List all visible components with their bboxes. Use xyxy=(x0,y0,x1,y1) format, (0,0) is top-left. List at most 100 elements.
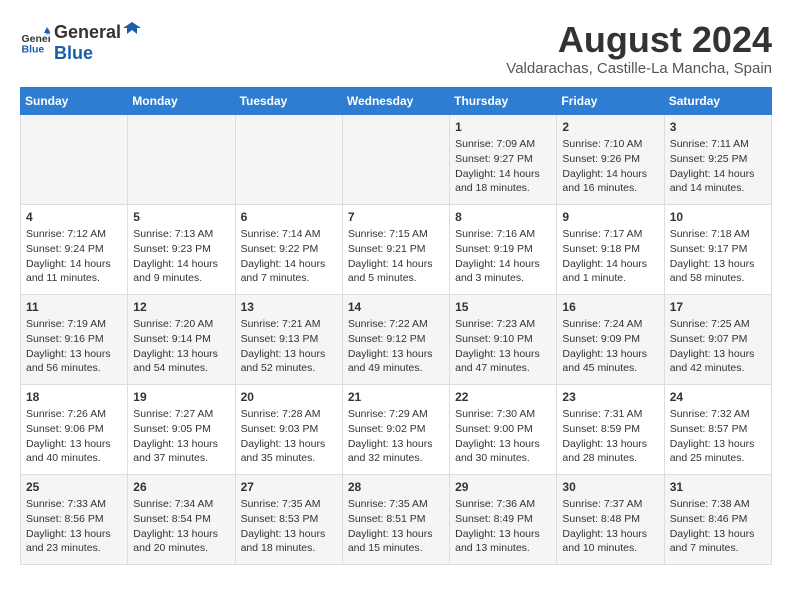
calendar-cell: 2Sunrise: 7:10 AMSunset: 9:26 PMDaylight… xyxy=(557,114,664,204)
day-info: Daylight: 14 hours xyxy=(562,167,658,182)
calendar-cell: 25Sunrise: 7:33 AMSunset: 8:56 PMDayligh… xyxy=(21,474,128,564)
day-info: Daylight: 13 hours xyxy=(241,347,337,362)
day-number: 8 xyxy=(455,209,551,226)
calendar-cell: 7Sunrise: 7:15 AMSunset: 9:21 PMDaylight… xyxy=(342,204,449,294)
day-info: Sunset: 9:24 PM xyxy=(26,242,122,257)
day-number: 10 xyxy=(670,209,766,226)
day-number: 26 xyxy=(133,479,229,496)
day-number: 27 xyxy=(241,479,337,496)
calendar-cell: 16Sunrise: 7:24 AMSunset: 9:09 PMDayligh… xyxy=(557,294,664,384)
weekday-header-saturday: Saturday xyxy=(664,87,771,114)
calendar-cell: 23Sunrise: 7:31 AMSunset: 8:59 PMDayligh… xyxy=(557,384,664,474)
calendar-cell: 20Sunrise: 7:28 AMSunset: 9:03 PMDayligh… xyxy=(235,384,342,474)
day-info: Sunset: 8:59 PM xyxy=(562,422,658,437)
day-info: Daylight: 14 hours xyxy=(133,257,229,272)
day-number: 31 xyxy=(670,479,766,496)
day-number: 17 xyxy=(670,299,766,316)
day-info: and 20 minutes. xyxy=(133,541,229,556)
day-info: and 1 minute. xyxy=(562,271,658,286)
day-number: 13 xyxy=(241,299,337,316)
logo-bird-icon xyxy=(123,20,141,38)
day-info: Daylight: 13 hours xyxy=(241,527,337,542)
calendar-cell: 3Sunrise: 7:11 AMSunset: 9:25 PMDaylight… xyxy=(664,114,771,204)
day-info: Daylight: 14 hours xyxy=(241,257,337,272)
title-area: August 2024 Valdarachas, Castille-La Man… xyxy=(506,20,772,77)
day-info: Sunrise: 7:34 AM xyxy=(133,497,229,512)
day-info: Sunset: 9:25 PM xyxy=(670,152,766,167)
day-info: Daylight: 13 hours xyxy=(348,437,444,452)
day-info: and 25 minutes. xyxy=(670,451,766,466)
day-number: 5 xyxy=(133,209,229,226)
day-info: and 3 minutes. xyxy=(455,271,551,286)
day-info: Sunset: 9:14 PM xyxy=(133,332,229,347)
day-info: Sunrise: 7:14 AM xyxy=(241,227,337,242)
day-info: Sunset: 8:49 PM xyxy=(455,512,551,527)
day-info: Sunset: 8:48 PM xyxy=(562,512,658,527)
calendar-cell: 15Sunrise: 7:23 AMSunset: 9:10 PMDayligh… xyxy=(450,294,557,384)
day-info: Daylight: 13 hours xyxy=(455,527,551,542)
day-info: Sunrise: 7:09 AM xyxy=(455,137,551,152)
calendar-week-3: 11Sunrise: 7:19 AMSunset: 9:16 PMDayligh… xyxy=(21,294,772,384)
calendar-cell: 31Sunrise: 7:38 AMSunset: 8:46 PMDayligh… xyxy=(664,474,771,564)
day-info: Sunset: 9:09 PM xyxy=(562,332,658,347)
day-info: Sunset: 8:51 PM xyxy=(348,512,444,527)
day-info: Sunset: 8:53 PM xyxy=(241,512,337,527)
day-info: Sunset: 9:26 PM xyxy=(562,152,658,167)
day-info: Sunrise: 7:11 AM xyxy=(670,137,766,152)
day-info: Sunrise: 7:35 AM xyxy=(241,497,337,512)
day-number: 14 xyxy=(348,299,444,316)
day-info: Daylight: 13 hours xyxy=(241,437,337,452)
logo-blue: Blue xyxy=(54,43,141,64)
month-year-title: August 2024 xyxy=(506,20,772,60)
day-info: Sunset: 9:10 PM xyxy=(455,332,551,347)
day-info: Sunset: 9:03 PM xyxy=(241,422,337,437)
day-number: 20 xyxy=(241,389,337,406)
day-number: 12 xyxy=(133,299,229,316)
day-info: Daylight: 13 hours xyxy=(133,347,229,362)
day-info: Daylight: 14 hours xyxy=(455,167,551,182)
day-info: Daylight: 13 hours xyxy=(26,527,122,542)
calendar-cell: 24Sunrise: 7:32 AMSunset: 8:57 PMDayligh… xyxy=(664,384,771,474)
day-info: and 18 minutes. xyxy=(241,541,337,556)
calendar-week-4: 18Sunrise: 7:26 AMSunset: 9:06 PMDayligh… xyxy=(21,384,772,474)
day-number: 25 xyxy=(26,479,122,496)
day-info: Daylight: 13 hours xyxy=(562,347,658,362)
day-info: Sunset: 9:23 PM xyxy=(133,242,229,257)
day-info: Sunrise: 7:18 AM xyxy=(670,227,766,242)
calendar-cell xyxy=(342,114,449,204)
weekday-header-friday: Friday xyxy=(557,87,664,114)
day-info: and 30 minutes. xyxy=(455,451,551,466)
day-info: and 49 minutes. xyxy=(348,361,444,376)
day-info: Sunset: 9:00 PM xyxy=(455,422,551,437)
day-info: Sunrise: 7:36 AM xyxy=(455,497,551,512)
day-info: and 37 minutes. xyxy=(133,451,229,466)
day-info: Sunset: 9:16 PM xyxy=(26,332,122,347)
day-info: Daylight: 13 hours xyxy=(348,527,444,542)
day-info: and 9 minutes. xyxy=(133,271,229,286)
day-info: and 28 minutes. xyxy=(562,451,658,466)
day-number: 6 xyxy=(241,209,337,226)
location-subtitle: Valdarachas, Castille-La Mancha, Spain xyxy=(506,60,772,77)
calendar-cell: 12Sunrise: 7:20 AMSunset: 9:14 PMDayligh… xyxy=(128,294,235,384)
weekday-header-thursday: Thursday xyxy=(450,87,557,114)
day-info: Sunrise: 7:33 AM xyxy=(26,497,122,512)
day-number: 2 xyxy=(562,119,658,136)
day-info: Sunrise: 7:38 AM xyxy=(670,497,766,512)
day-info: Sunrise: 7:30 AM xyxy=(455,407,551,422)
calendar-cell: 29Sunrise: 7:36 AMSunset: 8:49 PMDayligh… xyxy=(450,474,557,564)
day-info: Daylight: 13 hours xyxy=(670,257,766,272)
day-info: Sunrise: 7:35 AM xyxy=(348,497,444,512)
day-info: Daylight: 13 hours xyxy=(133,437,229,452)
calendar-cell: 14Sunrise: 7:22 AMSunset: 9:12 PMDayligh… xyxy=(342,294,449,384)
day-info: Sunrise: 7:24 AM xyxy=(562,317,658,332)
day-info: and 14 minutes. xyxy=(670,181,766,196)
calendar-cell: 17Sunrise: 7:25 AMSunset: 9:07 PMDayligh… xyxy=(664,294,771,384)
logo-general: General xyxy=(54,22,121,43)
day-info: Daylight: 13 hours xyxy=(670,527,766,542)
day-info: Sunrise: 7:13 AM xyxy=(133,227,229,242)
day-info: Daylight: 14 hours xyxy=(348,257,444,272)
svg-text:Blue: Blue xyxy=(22,44,45,56)
weekday-header-sunday: Sunday xyxy=(21,87,128,114)
calendar-cell: 10Sunrise: 7:18 AMSunset: 9:17 PMDayligh… xyxy=(664,204,771,294)
day-info: Daylight: 13 hours xyxy=(26,347,122,362)
